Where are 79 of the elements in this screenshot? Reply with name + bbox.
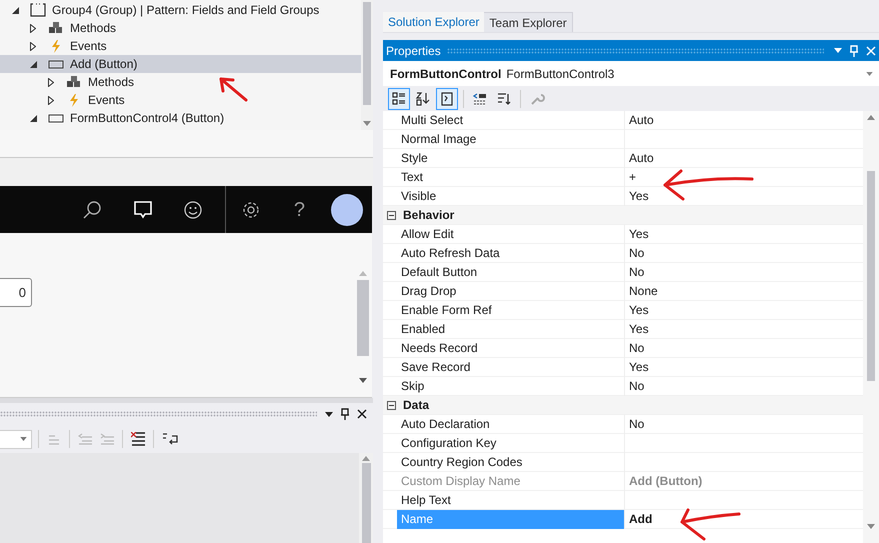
collapse-icon[interactable] (387, 210, 396, 220)
property-name[interactable]: Needs Record (397, 338, 625, 358)
panel-title: Properties (386, 42, 441, 60)
tree-item[interactable]: Events (0, 91, 361, 109)
property-value: Yes (628, 226, 649, 243)
cubes-icon (66, 75, 82, 89)
scrollbar[interactable] (361, 0, 373, 130)
object-name: FormButtonControl3 (506, 66, 616, 82)
scrollbar[interactable] (359, 453, 373, 543)
property-name[interactable]: Multi Select (397, 110, 625, 130)
property-value: No (628, 264, 644, 281)
property-name[interactable]: Enable Form Ref (397, 300, 625, 320)
collapse-icon[interactable] (387, 400, 396, 410)
comment-icon[interactable] (134, 200, 152, 218)
property-name[interactable]: Drag Drop (397, 282, 625, 300)
property-value: Yes (628, 321, 649, 338)
property-name[interactable]: Configuration Key (397, 434, 625, 452)
tree-item[interactable]: Methods (0, 73, 361, 91)
expanded-arrow-icon[interactable] (30, 114, 37, 122)
tree-item[interactable]: Events (0, 37, 361, 55)
tab[interactable]: Team Explorer (484, 12, 573, 32)
category-label: Behavior (403, 207, 454, 224)
dropdown-icon[interactable] (325, 412, 333, 416)
property-value: Yes (628, 302, 649, 319)
number-field[interactable]: 0 (0, 278, 32, 307)
scroll-up-icon[interactable] (867, 115, 875, 120)
property-name[interactable]: Style (397, 148, 625, 168)
property-value: No (628, 340, 644, 357)
search-icon[interactable] (82, 200, 102, 220)
property-value: + (628, 169, 636, 186)
scrollbar[interactable] (863, 111, 879, 543)
property-value: Yes (628, 359, 649, 376)
expanded-arrow-icon[interactable] (12, 6, 19, 14)
object-type: FormButtonControl (390, 66, 502, 82)
categorized-icon[interactable] (388, 88, 410, 110)
scroll-down-icon[interactable] (867, 524, 875, 529)
tree-item[interactable]: Group4 (Group) | Pattern: Fields and Field Groups (0, 1, 361, 19)
group-icon (30, 3, 46, 17)
value-field[interactable]: Add (625, 510, 652, 528)
settings-icon[interactable] (242, 200, 260, 218)
tree-item[interactable]: FormButtonControl4 (Button) (0, 109, 361, 127)
category-label: Data (403, 397, 430, 414)
property-page-icon[interactable] (436, 88, 458, 110)
smiley-icon[interactable] (184, 200, 202, 218)
avatar[interactable] (331, 194, 363, 226)
tree-item[interactable]: Add (Button) (0, 55, 361, 73)
property-value: Yes (628, 188, 649, 205)
expanded-arrow-icon[interactable] (30, 60, 37, 68)
scroll-thumb[interactable] (867, 171, 875, 381)
cubes-icon (48, 21, 64, 35)
property-name[interactable]: Auto Declaration (397, 414, 625, 434)
property-value: None (628, 283, 658, 300)
tree-item[interactable]: Methods (0, 19, 361, 37)
property-name[interactable]: Country Region Codes (397, 452, 625, 472)
word-wrap-icon[interactable] (162, 432, 178, 446)
object-selector[interactable]: FormButtonControl FormButtonControl3 (383, 61, 879, 86)
property-name[interactable]: Auto Refresh Data (397, 244, 625, 262)
tab[interactable]: Solution Explorer (383, 12, 484, 32)
property-name[interactable]: Text (397, 168, 625, 186)
clear-list-icon[interactable] (131, 432, 145, 446)
property-name[interactable]: Enabled (397, 320, 625, 338)
scroll-down-icon[interactable] (363, 121, 371, 126)
close-icon[interactable] (357, 409, 367, 419)
property-name[interactable]: Normal Image (397, 130, 625, 148)
scroll-down-icon[interactable] (359, 378, 367, 383)
property-name[interactable]: Allow Edit (397, 224, 625, 244)
property-name[interactable]: Default Button (397, 262, 625, 282)
property-value: No (628, 245, 644, 262)
property-value: Auto (628, 150, 654, 167)
property-value: Add (Button) (628, 473, 702, 490)
pin-icon[interactable] (341, 408, 349, 420)
property-value: No (628, 378, 644, 395)
property-name[interactable]: Save Record (397, 358, 625, 376)
help-button[interactable]: ? (294, 200, 305, 220)
property-value: No (628, 416, 644, 433)
property-value: Auto (628, 112, 654, 129)
dropdown-field[interactable] (0, 430, 32, 448)
dropdown-arrow-icon[interactable] (20, 437, 27, 441)
scroll-thumb[interactable] (362, 463, 370, 543)
